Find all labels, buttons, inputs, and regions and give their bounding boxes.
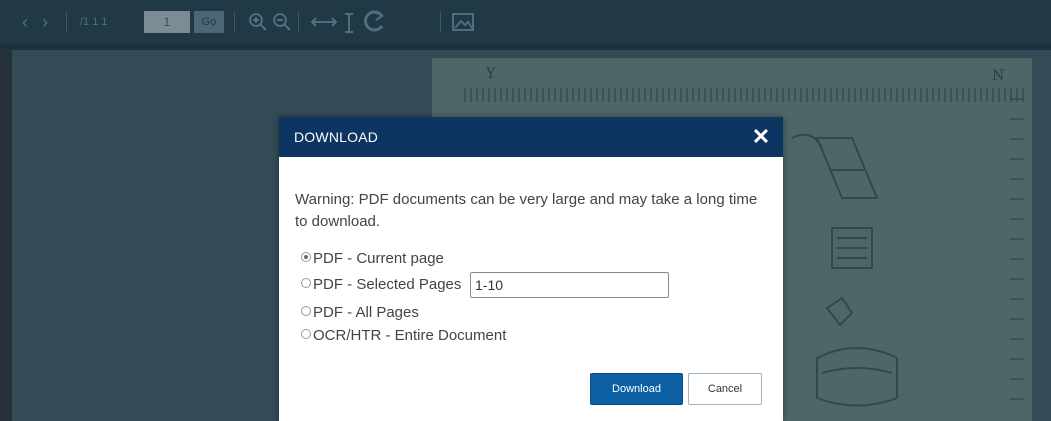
radio-button[interactable]: [301, 278, 311, 288]
page-count: /1 1 1: [80, 16, 108, 28]
toolbar-divider: [66, 12, 67, 32]
option-pdf-all-pages[interactable]: PDF - All Pages: [301, 303, 419, 323]
option-pdf-selected-pages[interactable]: PDF - Selected Pages: [301, 275, 461, 295]
side-strip: [0, 50, 12, 421]
toolbar-divider: [234, 12, 235, 32]
option-ocr-htr-entire-document[interactable]: OCR/HTR - Entire Document: [301, 326, 506, 346]
selected-pages-input[interactable]: [470, 272, 669, 298]
dialog-title: DOWNLOAD: [294, 129, 379, 145]
fit-height-icon[interactable]: [342, 12, 356, 38]
radio-button[interactable]: [301, 306, 311, 316]
page-number-input[interactable]: 1: [144, 11, 190, 33]
radio-button-selected[interactable]: [301, 252, 311, 262]
option-label: PDF - All Pages: [313, 304, 419, 321]
download-dialog: DOWNLOAD ✕ Warning: PDF documents can be…: [279, 117, 783, 421]
rotate-icon[interactable]: [362, 8, 386, 38]
viewer-toolbar: ‹ › /1 1 1 1 Go: [0, 0, 1051, 50]
toolbar-divider: [440, 12, 441, 32]
dialog-header: DOWNLOAD ✕: [279, 117, 783, 157]
option-label: PDF - Current page: [313, 250, 444, 267]
download-button[interactable]: Download: [590, 373, 683, 405]
toolbar-divider: [298, 12, 299, 32]
fit-width-icon[interactable]: [310, 12, 338, 36]
option-pdf-current-page[interactable]: PDF - Current page: [301, 249, 444, 269]
warning-message: Warning: PDF documents can be very large…: [295, 191, 758, 230]
image-icon[interactable]: [452, 12, 474, 36]
chevron-right-icon[interactable]: ›: [42, 12, 48, 32]
go-button[interactable]: Go: [194, 11, 224, 33]
cancel-button[interactable]: Cancel: [688, 373, 762, 405]
close-icon[interactable]: ✕: [749, 124, 773, 150]
radio-button[interactable]: [301, 329, 311, 339]
zoom-out-icon[interactable]: [272, 12, 292, 36]
option-label: PDF - Selected Pages: [313, 276, 462, 293]
chevron-left-icon[interactable]: ‹: [22, 12, 28, 32]
option-label: OCR/HTR - Entire Document: [313, 327, 507, 344]
zoom-in-icon[interactable]: [248, 12, 268, 36]
